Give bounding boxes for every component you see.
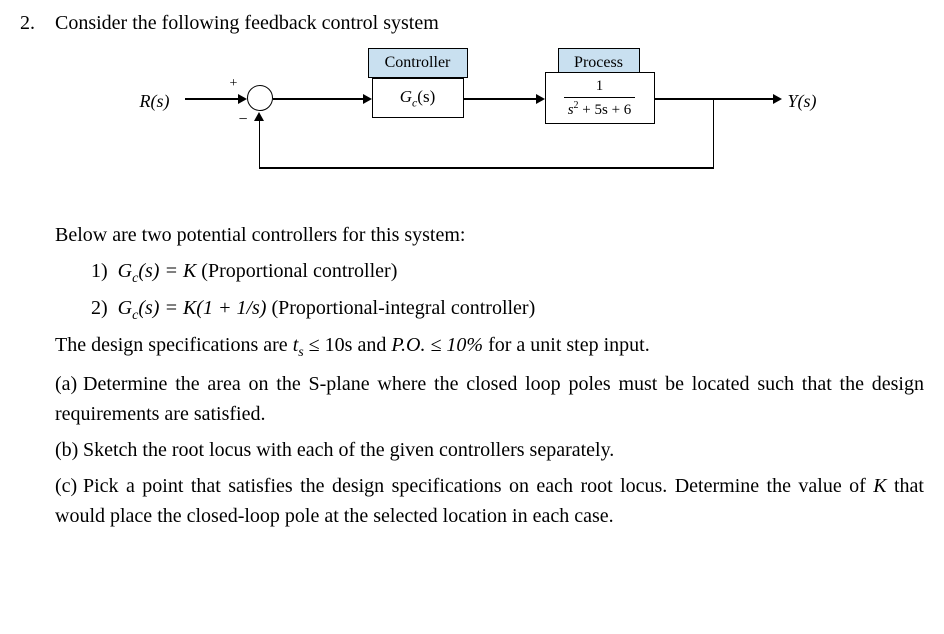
option-1: 1) Gc(s) = K (Proportional controller) [55,256,924,289]
block-diagram: R(s) + − Controller Gc(s) [130,50,850,190]
process-block: 1 s2 + 5s + 6 [545,72,655,124]
controllers-intro: Below are two potential controllers for … [55,220,924,250]
problem-number: 2. [20,8,50,38]
design-specs: The design specifications are ts ≤ 10s a… [55,330,924,363]
input-signal-label: R(s) [140,88,170,115]
controller-title: Controller [368,48,468,78]
problem-intro: Consider the following feedback control … [55,8,924,38]
option-2: 2) Gc(s) = K(1 + 1/s) (Proportional-inte… [55,293,924,326]
summing-junction [247,85,273,111]
part-b: (b)Sketch the root locus with each of th… [55,435,924,465]
part-a: (a)Determine the area on the S-plane whe… [55,369,924,429]
summer-minus: − [239,108,248,132]
part-c: (c)Pick a point that satisfies the desig… [55,471,924,531]
output-signal-label: Y(s) [788,88,817,115]
controller-block: Gc(s) [372,78,464,118]
summer-plus: + [230,73,238,94]
